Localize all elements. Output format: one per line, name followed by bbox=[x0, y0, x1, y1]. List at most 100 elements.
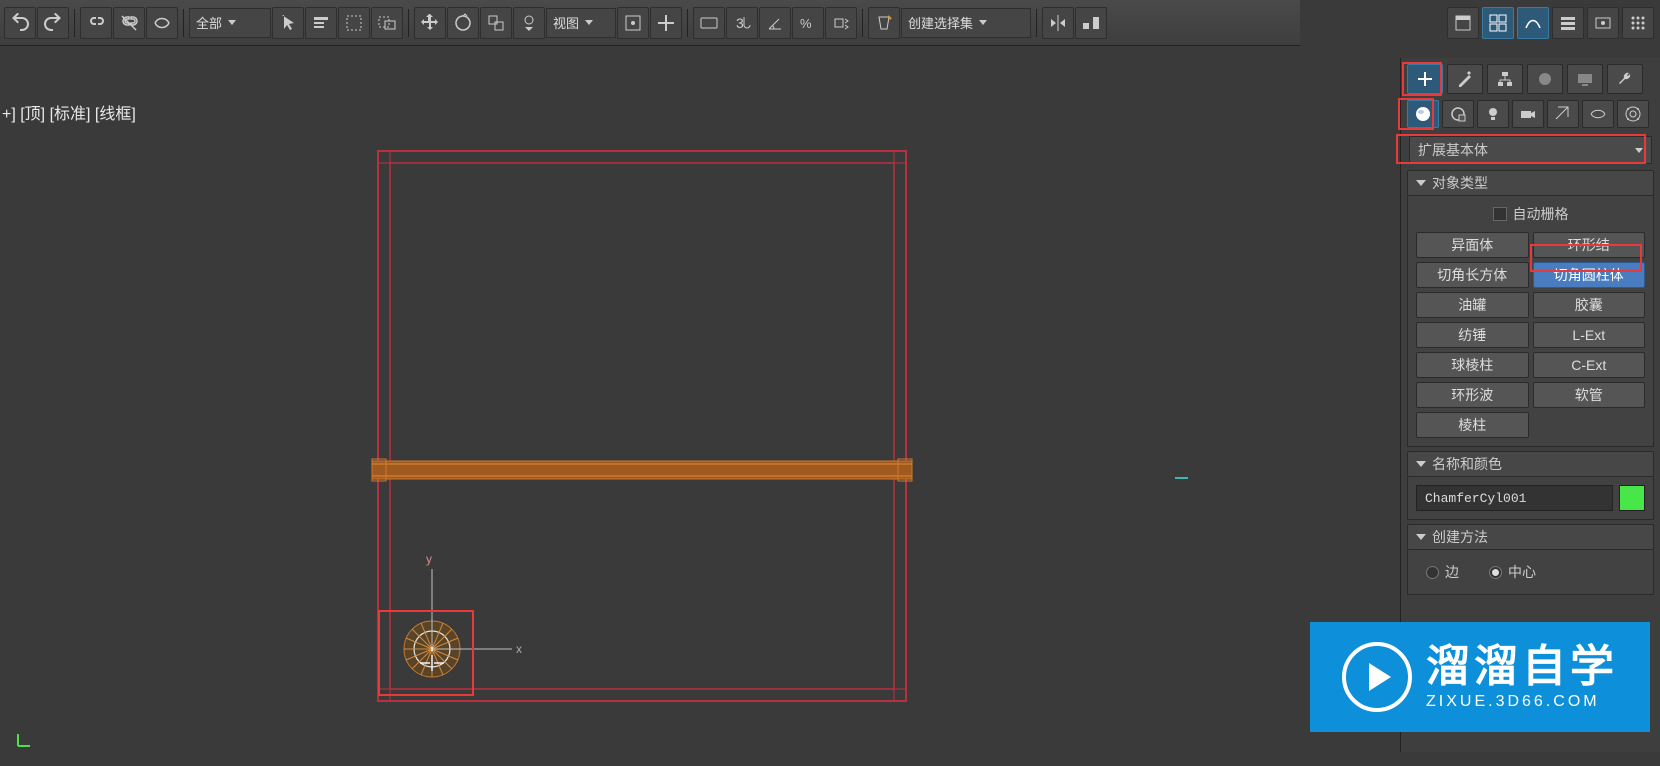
undo-button[interactable] bbox=[4, 7, 36, 39]
create-subcategories bbox=[1401, 96, 1660, 134]
toggle-ribbon-button[interactable] bbox=[1447, 7, 1479, 39]
radio-center[interactable]: 中心 bbox=[1489, 562, 1536, 582]
subtab-cameras[interactable] bbox=[1512, 100, 1544, 128]
radio-icon bbox=[1489, 566, 1502, 579]
schematic-view-button[interactable] bbox=[1517, 7, 1549, 39]
watermark-logo-icon bbox=[1342, 642, 1412, 712]
rollout-header-method[interactable]: 创建方法 bbox=[1407, 524, 1654, 550]
named-selset-label: 创建选择集 bbox=[908, 13, 973, 32]
btn-prism[interactable]: 棱柱 bbox=[1416, 412, 1529, 438]
select-rotate-button[interactable] bbox=[447, 7, 479, 39]
select-move-button[interactable] bbox=[414, 7, 446, 39]
pivot-center-button[interactable] bbox=[617, 7, 649, 39]
btn-hedra[interactable]: 异面体 bbox=[1416, 232, 1529, 258]
unlink-button[interactable] bbox=[113, 7, 145, 39]
geometry-category-dropdown[interactable]: 扩展基本体 bbox=[1409, 136, 1652, 164]
autogrid-label: 自动栅格 bbox=[1513, 204, 1569, 224]
tab-display[interactable] bbox=[1567, 64, 1603, 94]
spinner-snap-button[interactable] bbox=[825, 7, 857, 39]
btn-torusknot[interactable]: 环形结 bbox=[1533, 232, 1646, 258]
btn-chamferbox[interactable]: 切角长方体 bbox=[1416, 262, 1529, 288]
rollout-name-color: 名称和颜色 bbox=[1407, 451, 1654, 520]
refcoord-label: 视图 bbox=[553, 13, 579, 32]
select-region-rect-button[interactable] bbox=[338, 7, 370, 39]
named-selset-dropdown[interactable]: 创建选择集 bbox=[901, 8, 1031, 38]
selection-filter-dropdown[interactable]: 全部 bbox=[189, 8, 271, 38]
keyboard-shortcut-button[interactable] bbox=[693, 7, 725, 39]
snap-toggle-button[interactable]: 3 bbox=[726, 7, 758, 39]
subtab-helpers[interactable] bbox=[1547, 100, 1579, 128]
viewport-canvas: y x bbox=[0, 46, 1300, 766]
percent-snap-button[interactable]: % bbox=[792, 7, 824, 39]
redo-button[interactable] bbox=[37, 7, 69, 39]
angle-snap-button[interactable] bbox=[759, 7, 791, 39]
layout-toolbar bbox=[1447, 7, 1654, 39]
btn-spindle[interactable]: 纺锤 bbox=[1416, 322, 1529, 348]
btn-gengon[interactable]: 球棱柱 bbox=[1416, 352, 1529, 378]
watermark-sub: ZIXUE.3D66.COM bbox=[1426, 693, 1618, 711]
selection-filter-label: 全部 bbox=[196, 13, 222, 32]
btn-ringwave[interactable]: 环形波 bbox=[1416, 382, 1529, 408]
subtab-spacewarps[interactable] bbox=[1582, 100, 1614, 128]
caret-icon bbox=[979, 20, 987, 25]
tab-hierarchy[interactable] bbox=[1487, 64, 1523, 94]
rollout-creation-method: 创建方法 边 中心 bbox=[1407, 524, 1654, 595]
rollout-header-objtype[interactable]: 对象类型 bbox=[1407, 170, 1654, 196]
caret-icon bbox=[585, 20, 593, 25]
object-color-swatch[interactable] bbox=[1619, 485, 1645, 511]
window-crossing-button[interactable] bbox=[371, 7, 403, 39]
svg-text:%: % bbox=[800, 16, 812, 31]
render-frame-button[interactable] bbox=[1622, 7, 1654, 39]
curve-editor-button[interactable] bbox=[1482, 7, 1514, 39]
align-button[interactable] bbox=[1075, 7, 1107, 39]
btn-cext[interactable]: C-Ext bbox=[1533, 352, 1646, 378]
caret-icon bbox=[228, 20, 236, 25]
svg-text:y: y bbox=[426, 552, 432, 566]
tab-create[interactable] bbox=[1407, 64, 1443, 94]
select-manipulate-button[interactable] bbox=[650, 7, 682, 39]
btn-hose[interactable]: 软管 bbox=[1533, 382, 1646, 408]
caret-icon bbox=[1635, 148, 1643, 153]
link-button[interactable] bbox=[80, 7, 112, 39]
edit-selset-button[interactable] bbox=[868, 7, 900, 39]
select-object-button[interactable] bbox=[272, 7, 304, 39]
material-editor-button[interactable] bbox=[1552, 7, 1584, 39]
mirror-button[interactable] bbox=[1042, 7, 1074, 39]
render-setup-button[interactable] bbox=[1587, 7, 1619, 39]
svg-text:x: x bbox=[516, 642, 522, 656]
subtab-lights[interactable] bbox=[1477, 100, 1509, 128]
command-panel-tabs bbox=[1401, 58, 1660, 96]
triangle-icon bbox=[1416, 534, 1426, 540]
subtab-systems[interactable] bbox=[1617, 100, 1649, 128]
select-place-button[interactable] bbox=[513, 7, 545, 39]
autogrid-row: 自动栅格 bbox=[1416, 204, 1645, 224]
subtab-geometry[interactable] bbox=[1407, 100, 1439, 128]
rollout-title: 创建方法 bbox=[1432, 527, 1488, 547]
tab-motion[interactable] bbox=[1527, 64, 1563, 94]
btn-lext[interactable]: L-Ext bbox=[1533, 322, 1646, 348]
triangle-icon bbox=[1416, 461, 1426, 467]
category-label: 扩展基本体 bbox=[1418, 140, 1488, 160]
radio-icon bbox=[1426, 566, 1439, 579]
object-buttons-grid: 异面体 环形结 切角长方体 切角圆柱体 油罐 胶囊 纺锤 L-Ext 球棱柱 C… bbox=[1416, 232, 1645, 438]
subtab-shapes[interactable] bbox=[1442, 100, 1474, 128]
triangle-icon bbox=[1416, 180, 1426, 186]
radio-edge[interactable]: 边 bbox=[1426, 562, 1459, 582]
svg-text:3: 3 bbox=[736, 15, 744, 31]
select-by-name-button[interactable] bbox=[305, 7, 337, 39]
refcoord-dropdown[interactable]: 视图 bbox=[546, 8, 616, 38]
autogrid-checkbox[interactable] bbox=[1493, 207, 1507, 221]
btn-oiltank[interactable]: 油罐 bbox=[1416, 292, 1529, 318]
select-scale-button[interactable] bbox=[480, 7, 512, 39]
main-toolbar: 全部 视图 3 % 创建选择集 bbox=[0, 0, 1300, 46]
bind-spacewarp-button[interactable] bbox=[146, 7, 178, 39]
rollout-title: 名称和颜色 bbox=[1432, 454, 1502, 474]
viewport-top[interactable]: +] [顶] [标准] [线框] bbox=[0, 46, 1300, 752]
btn-capsule[interactable]: 胶囊 bbox=[1533, 292, 1646, 318]
btn-chamfercyl[interactable]: 切角圆柱体 bbox=[1533, 262, 1646, 288]
rollout-header-name[interactable]: 名称和颜色 bbox=[1407, 451, 1654, 477]
tab-modify[interactable] bbox=[1447, 64, 1483, 94]
tab-utilities[interactable] bbox=[1607, 64, 1643, 94]
watermark: 溜溜自学 ZIXUE.3D66.COM bbox=[1310, 622, 1650, 732]
object-name-input[interactable] bbox=[1416, 485, 1613, 511]
